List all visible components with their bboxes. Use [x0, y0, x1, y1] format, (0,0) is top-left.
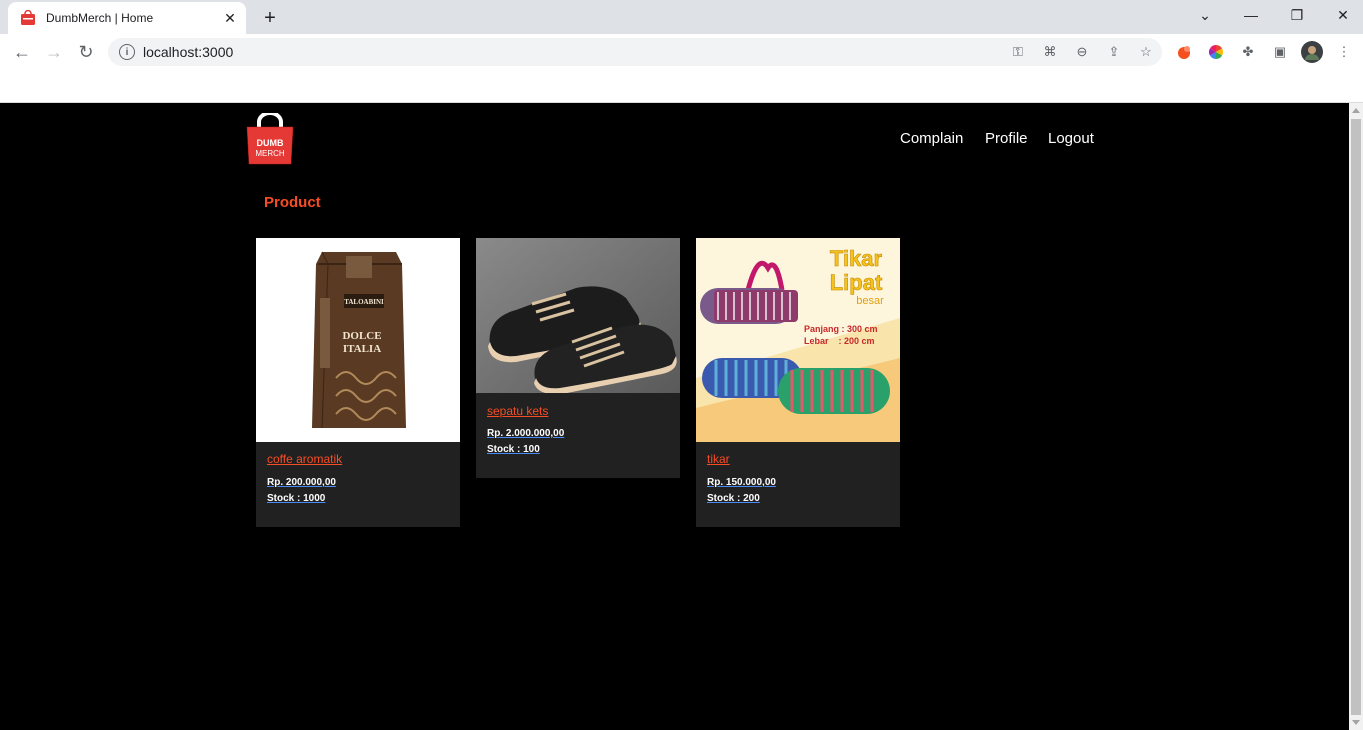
coffee-bag-image: TALOABINI DOLCE ITALIA: [256, 238, 460, 442]
site-info-icon[interactable]: i: [119, 44, 135, 60]
nav-profile[interactable]: Profile: [985, 130, 1028, 147]
svg-text:TALOABINI: TALOABINI: [344, 298, 384, 306]
product-name[interactable]: tikar: [707, 452, 730, 466]
product-card[interactable]: TALOABINI DOLCE ITALIA coffe aromatik Rp…: [256, 238, 460, 527]
product-stock[interactable]: Stock : 1000: [267, 493, 325, 504]
close-tab-icon[interactable]: ✕: [220, 8, 240, 28]
svg-text:besar: besar: [856, 295, 884, 307]
extension-orange-icon[interactable]: [1172, 40, 1196, 64]
close-window-icon[interactable]: ✕: [1320, 0, 1363, 30]
minimize-icon[interactable]: —: [1228, 0, 1274, 30]
svg-text:DOLCE: DOLCE: [342, 330, 381, 342]
product-card[interactable]: Tikar Lipat besar Panjang : 300 cm Lebar…: [696, 238, 900, 527]
browser-menu-icon[interactable]: ⋮: [1332, 40, 1356, 64]
bookmark-bar: [0, 70, 1363, 103]
svg-text:Lipat: Lipat: [830, 270, 883, 295]
extensions-puzzle-icon[interactable]: ✤: [1236, 40, 1260, 64]
restore-icon[interactable]: ❐: [1274, 0, 1320, 30]
product-name[interactable]: sepatu kets: [487, 404, 548, 418]
page-viewport: DUMB MERCH Complain Profile Logout Produ…: [0, 103, 1349, 730]
svg-text:Lebar : 200 cm: Lebar : 200 cm: [804, 336, 875, 346]
product-name[interactable]: coffe aromatik: [267, 452, 342, 466]
product-image[interactable]: Tikar Lipat besar Panjang : 300 cm Lebar…: [696, 238, 900, 442]
dumbmerch-logo[interactable]: DUMB MERCH: [244, 113, 296, 165]
favicon-icon: [21, 10, 35, 25]
nav-logout[interactable]: Logout: [1048, 130, 1094, 147]
sneakers-image: [476, 238, 680, 393]
product-image[interactable]: TALOABINI DOLCE ITALIA: [256, 238, 460, 442]
scroll-down-icon[interactable]: [1352, 720, 1360, 725]
logo-text-dumb: DUMB: [257, 138, 284, 148]
logo-text-merch: MERCH: [255, 149, 285, 158]
product-price[interactable]: Rp. 200.000,00: [267, 477, 336, 488]
svg-text:Tikar: Tikar: [830, 246, 883, 271]
nav-complain[interactable]: Complain: [900, 130, 963, 147]
svg-text:Panjang : 300 cm: Panjang : 300 cm: [804, 324, 878, 334]
bookmark-star-icon[interactable]: ☆: [1130, 38, 1162, 66]
profile-avatar-icon[interactable]: [1300, 40, 1324, 64]
tab-title: DumbMerch | Home: [46, 11, 154, 25]
tab-search-icon[interactable]: ⌄: [1182, 0, 1228, 30]
url-text[interactable]: localhost:3000: [143, 44, 1002, 60]
extension-color-icon[interactable]: [1204, 40, 1228, 64]
side-panel-icon[interactable]: ▣: [1268, 40, 1292, 64]
product-price[interactable]: Rp. 150.000,00: [707, 477, 776, 488]
reload-icon[interactable]: ↻: [72, 38, 100, 66]
product-price[interactable]: Rp. 2.000.000,00: [487, 428, 564, 439]
new-tab-icon[interactable]: +: [258, 6, 282, 30]
product-card[interactable]: sepatu kets Rp. 2.000.000,00 Stock : 100: [476, 238, 680, 478]
share-icon[interactable]: ⇪: [1098, 38, 1130, 66]
zoom-icon[interactable]: ⊖: [1066, 38, 1098, 66]
tikar-image: Tikar Lipat besar Panjang : 300 cm Lebar…: [696, 238, 900, 442]
product-stock[interactable]: Stock : 200: [707, 493, 760, 504]
svg-text:ITALIA: ITALIA: [343, 343, 381, 355]
key-icon[interactable]: ⚿: [1002, 38, 1034, 66]
page-scrollbar[interactable]: [1349, 103, 1363, 730]
translate-icon[interactable]: ⌘: [1034, 38, 1066, 66]
address-bar[interactable]: i localhost:3000 ⚿ ⌘ ⊖ ⇪ ☆: [108, 38, 1162, 66]
back-icon[interactable]: ←: [8, 38, 36, 66]
product-stock[interactable]: Stock : 100: [487, 444, 540, 455]
browser-toolbar: ← → ↻ i localhost:3000 ⚿ ⌘ ⊖ ⇪ ☆ ✤ ▣ ⋮: [0, 34, 1363, 70]
forward-icon[interactable]: →: [40, 38, 68, 66]
product-image[interactable]: [476, 238, 680, 393]
browser-tab-strip: DumbMerch | Home ✕ + ⌄ — ❐ ✕: [0, 0, 1363, 34]
browser-tab[interactable]: DumbMerch | Home ✕: [8, 2, 246, 34]
scrollbar-thumb[interactable]: [1351, 119, 1361, 715]
section-title: Product: [264, 194, 321, 211]
scroll-up-icon[interactable]: [1352, 108, 1360, 113]
